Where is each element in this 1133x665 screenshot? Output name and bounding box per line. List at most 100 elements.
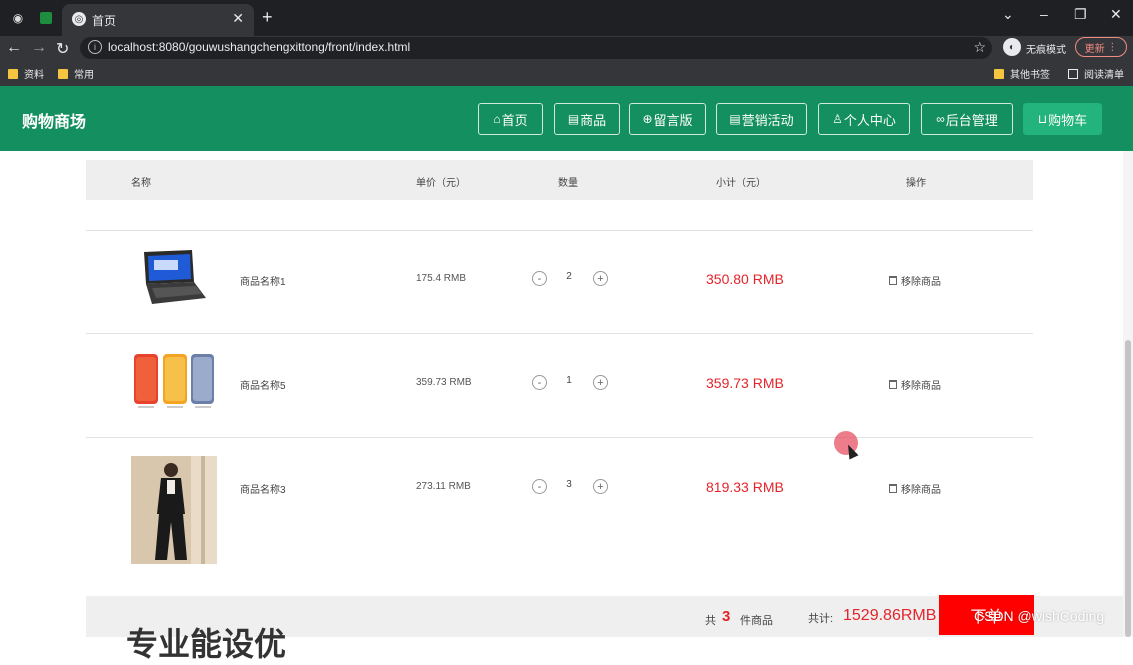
minimize-icon[interactable]: – bbox=[1040, 6, 1048, 22]
product-name[interactable]: 商品名称5 bbox=[240, 377, 286, 392]
nav-label: 商品 bbox=[580, 112, 607, 128]
user-icon: ♙ bbox=[832, 112, 843, 126]
decrease-quantity-button[interactable]: - bbox=[532, 375, 547, 390]
nav-label: 营销活动 bbox=[741, 112, 794, 128]
nav-profile-button[interactable]: ♙ 个人中心 bbox=[818, 103, 910, 135]
row-divider bbox=[86, 230, 1033, 231]
bookmark-label: 阅读清单 bbox=[1084, 70, 1124, 81]
site-info-icon[interactable]: i bbox=[88, 40, 102, 54]
unit-price: 359.73 RMB bbox=[416, 377, 472, 388]
nav-label: 后台管理 bbox=[945, 112, 998, 128]
incognito-icon[interactable]: ◐ bbox=[1003, 38, 1021, 56]
folder-icon bbox=[994, 68, 1004, 79]
trash-icon bbox=[889, 276, 897, 285]
product-image-phones[interactable] bbox=[132, 352, 216, 410]
nav-label: 首页 bbox=[501, 112, 528, 128]
home-icon: ⌂ bbox=[493, 112, 501, 126]
nav-guestbook-button[interactable]: ⊕ 留言版 bbox=[629, 103, 706, 135]
reading-list-icon bbox=[1068, 68, 1078, 79]
bookmark-folder-changyong[interactable]: 常用 bbox=[58, 66, 94, 81]
update-label: 更新 bbox=[1084, 43, 1105, 55]
url-text: localhost:8080/gouwushangchengxittong/fr… bbox=[108, 40, 411, 54]
remove-item-button[interactable]: 移除商品 bbox=[889, 377, 941, 392]
browser-toolbar: ← → ↻ i localhost:8080/gouwushangchengxi… bbox=[0, 36, 1133, 62]
header-name: 名称 bbox=[131, 178, 151, 189]
remove-item-button[interactable]: 移除商品 bbox=[889, 273, 941, 288]
trash-icon bbox=[889, 484, 897, 493]
restore-icon[interactable]: ❐ bbox=[1074, 6, 1087, 23]
decrease-quantity-button[interactable]: - bbox=[532, 271, 547, 286]
remove-label: 移除商品 bbox=[901, 485, 941, 496]
nav-label: 购物车 bbox=[1048, 112, 1088, 128]
folder-icon bbox=[8, 68, 18, 79]
increase-quantity-button[interactable]: + bbox=[593, 479, 608, 494]
address-bar[interactable]: i localhost:8080/gouwushangchengxittong/… bbox=[80, 37, 992, 59]
calendar-icon: ▤ bbox=[567, 112, 580, 126]
increase-quantity-button[interactable]: + bbox=[593, 271, 608, 286]
header-subtotal: 小计（元） bbox=[716, 178, 766, 189]
tab-globe-icon: ◎ bbox=[72, 12, 86, 26]
link-icon: ∞ bbox=[936, 112, 945, 126]
close-window-icon[interactable]: ✕ bbox=[1110, 6, 1122, 23]
cart-icon: ⊔ bbox=[1037, 112, 1048, 126]
unit-price: 175.4 RMB bbox=[416, 273, 467, 284]
summary-total-label: 共计: bbox=[808, 613, 834, 625]
subtotal-value: 359.73 RMB bbox=[706, 375, 784, 391]
row-divider bbox=[86, 333, 1033, 334]
row-divider bbox=[86, 437, 1033, 438]
pinned-tab-app-icon[interactable] bbox=[36, 8, 56, 28]
forward-icon[interactable]: → bbox=[31, 39, 47, 57]
bookmark-star-icon[interactable]: ☆ bbox=[973, 39, 986, 56]
summary-item-count: 3 bbox=[722, 608, 731, 625]
remove-label: 移除商品 bbox=[901, 381, 941, 392]
bookmark-folder-other[interactable]: 其他书签 bbox=[994, 66, 1050, 81]
nav-admin-button[interactable]: ∞ 后台管理 bbox=[921, 103, 1013, 135]
summary-prefix: 共 bbox=[705, 615, 716, 627]
active-tab[interactable]: ◎ 首页 ✕ bbox=[62, 4, 254, 36]
tab-search-chevron-icon[interactable]: ⌄ bbox=[1002, 6, 1014, 23]
page-scrollbar-thumb[interactable] bbox=[1125, 340, 1131, 637]
remove-label: 移除商品 bbox=[901, 277, 941, 288]
pinned-tab-globe-icon[interactable]: ◉ bbox=[8, 8, 28, 28]
cart-table-header: 名称 单价（元） 数量 小计（元） 操作 bbox=[86, 160, 1033, 200]
header-quantity: 数量 bbox=[558, 178, 578, 189]
product-name[interactable]: 商品名称3 bbox=[240, 481, 286, 496]
site-brand[interactable]: 购物商场 bbox=[22, 108, 86, 132]
tab-title: 首页 bbox=[92, 14, 117, 28]
product-image-laptop[interactable] bbox=[138, 248, 208, 308]
header-action: 操作 bbox=[906, 178, 926, 189]
tab-close-icon[interactable]: ✕ bbox=[232, 10, 244, 27]
update-button[interactable]: 更新 ⋮ bbox=[1075, 37, 1127, 57]
nav-marketing-button[interactable]: ▤ 营销活动 bbox=[716, 103, 807, 135]
incognito-label: 无痕模式 bbox=[1026, 45, 1066, 56]
partial-section-heading: 专业能设优 bbox=[126, 626, 287, 662]
quantity-value: 2 bbox=[566, 271, 572, 282]
quantity-value: 1 bbox=[566, 375, 572, 386]
unit-price: 273.11 RMB bbox=[416, 481, 471, 492]
subtotal-value: 350.80 RMB bbox=[706, 271, 784, 287]
csdn-watermark: CSDN @wishCoding bbox=[974, 608, 1105, 624]
bookmarks-bar: 资料 常用 其他书签 阅读清单 bbox=[0, 62, 1133, 87]
back-icon[interactable]: ← bbox=[6, 39, 22, 57]
remove-item-button[interactable]: 移除商品 bbox=[889, 481, 941, 496]
summary-total-value: 1529.86RMB bbox=[843, 607, 937, 624]
product-name[interactable]: 商品名称1 bbox=[240, 273, 286, 288]
bookmark-label: 常用 bbox=[74, 70, 94, 81]
nav-cart-button[interactable]: ⊔ 购物车 bbox=[1023, 103, 1102, 135]
increase-quantity-button[interactable]: + bbox=[593, 375, 608, 390]
folder-icon bbox=[58, 68, 68, 79]
reload-icon[interactable]: ↻ bbox=[56, 39, 69, 59]
new-tab-icon[interactable]: + bbox=[262, 7, 273, 28]
nav-products-button[interactable]: ▤ 商品 bbox=[554, 103, 620, 135]
nav-label: 留言版 bbox=[653, 112, 693, 128]
nav-home-button[interactable]: ⌂ 首页 bbox=[478, 103, 543, 135]
trash-icon bbox=[889, 380, 897, 389]
bookmark-folder-ziliao[interactable]: 资料 bbox=[8, 66, 44, 81]
calendar-icon: ▤ bbox=[729, 112, 741, 126]
subtotal-value: 819.33 RMB bbox=[706, 479, 784, 495]
bookmark-label: 其他书签 bbox=[1010, 70, 1050, 81]
reading-list[interactable]: 阅读清单 bbox=[1068, 66, 1124, 81]
decrease-quantity-button[interactable]: - bbox=[532, 479, 547, 494]
product-image-woman-suit[interactable] bbox=[131, 456, 217, 564]
nav-label: 个人中心 bbox=[843, 112, 896, 128]
